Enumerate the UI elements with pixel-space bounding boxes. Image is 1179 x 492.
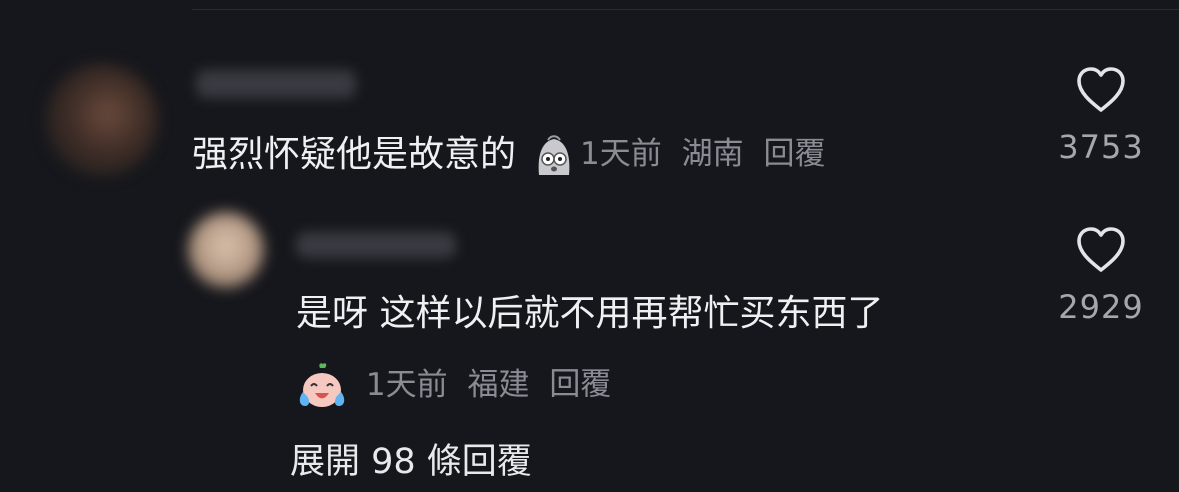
comment-time: 1天前 [580, 136, 662, 172]
expand-replies-button[interactable]: 展開 98 條回覆 [290, 440, 532, 484]
divider [192, 9, 1179, 10]
like-button[interactable]: 2929 [1051, 226, 1151, 326]
shocked-ghost-emoji [531, 133, 577, 179]
avatar[interactable] [188, 212, 264, 288]
comment-time: 1天前 [365, 366, 448, 403]
reply-button[interactable]: 回覆 [763, 136, 825, 172]
reply-comment-text: 是呀 这样以后就不用再帮忙买东西了 [296, 293, 883, 335]
heart-icon[interactable] [1075, 66, 1127, 114]
comment-body: 是呀 这样以后就不用再帮忙买东西了 [296, 293, 884, 334]
comment-meta: 1天前 福建 回覆 [296, 362, 611, 410]
like-count: 3753 [1058, 128, 1144, 166]
username-blurred[interactable] [196, 70, 356, 98]
heart-icon[interactable] [1075, 226, 1127, 274]
comment-thread: 强烈怀疑他是故意的 1天前 湖南 回覆 3753 是呀 这样以后就不用再帮忙买东… [0, 0, 1179, 492]
comment-text: 强烈怀疑他是故意的 [192, 133, 577, 179]
like-button[interactable]: 3753 [1051, 66, 1151, 166]
comment-location: 福建 [467, 366, 530, 403]
reply-button[interactable]: 回覆 [549, 367, 611, 403]
like-count: 2929 [1058, 288, 1144, 326]
comment-location: 湖南 [681, 136, 744, 172]
username-blurred[interactable] [296, 232, 456, 258]
comment-meta: 1天前 湖南 回覆 [580, 134, 825, 174]
comment-body: 强烈怀疑他是故意的 [192, 134, 517, 175]
avatar[interactable] [46, 64, 158, 176]
crying-laughing-emoji [296, 362, 348, 410]
